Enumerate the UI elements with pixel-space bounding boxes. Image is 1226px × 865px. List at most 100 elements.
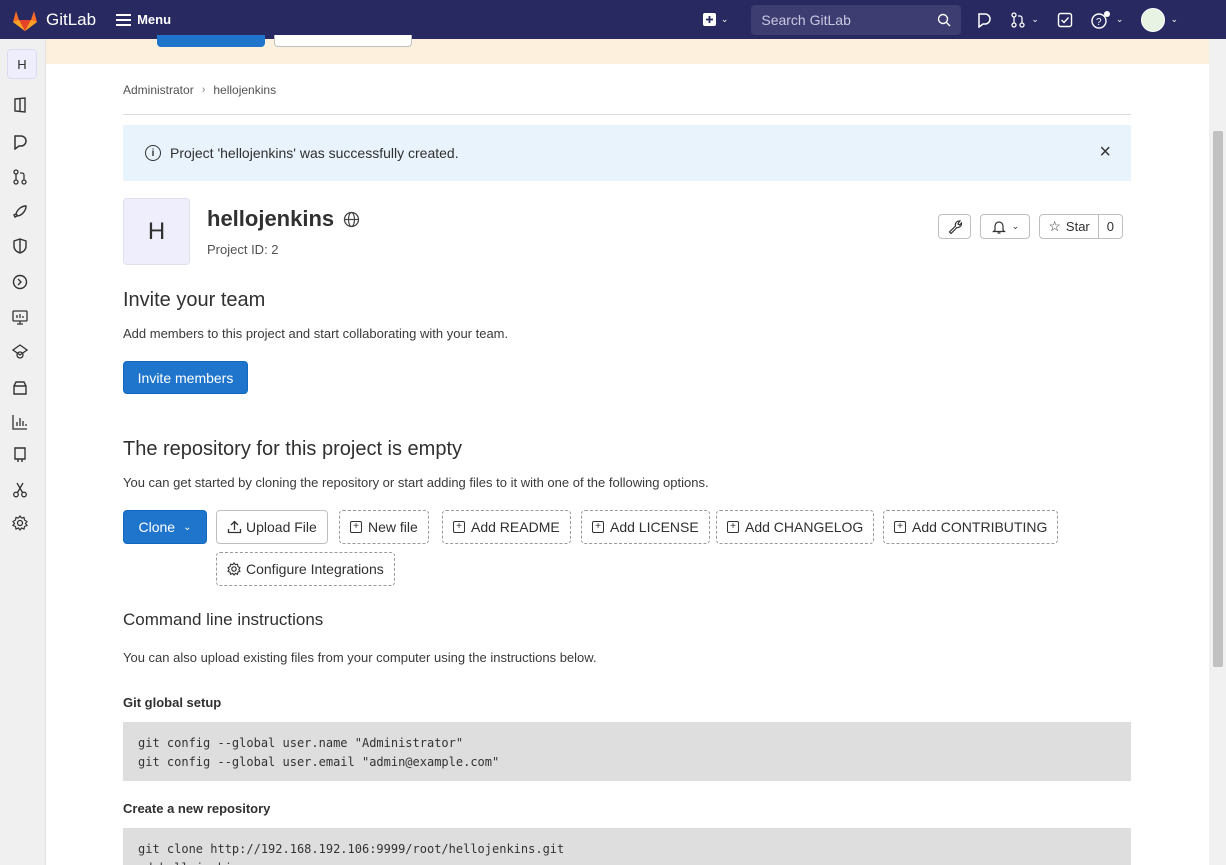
star-label: Star (1065, 219, 1090, 234)
page-scrollbar[interactable] (1209, 39, 1226, 865)
clone-dropdown[interactable]: Clone ⌄ (123, 510, 207, 544)
chevron-down-icon: ⌄ (1011, 221, 1020, 231)
upload-icon (227, 520, 242, 534)
project-id: Project ID: 2 (207, 242, 279, 257)
search-icon (938, 13, 951, 26)
help-dropdown[interactable]: ? ⌄ (1091, 10, 1124, 29)
new-repo-code[interactable]: git clone http://192.168.192.106:9999/ro… (123, 828, 1131, 865)
menu-label: Menu (137, 12, 172, 27)
plus-square-icon: + (350, 521, 362, 533)
alert-message: Project 'hellojenkins' was successfully … (170, 145, 459, 161)
new-file-button[interactable]: + New file (339, 510, 429, 544)
banner-secondary-button[interactable] (274, 35, 412, 47)
add-license-button[interactable]: + Add LICENSE (581, 510, 710, 544)
new-item-dropdown[interactable]: ⌄ (702, 13, 729, 26)
todo-icon (1057, 12, 1073, 27)
add-readme-label: Add README (471, 519, 560, 535)
add-license-label: Add LICENSE (610, 519, 699, 535)
upload-file-label: Upload File (246, 519, 317, 535)
issues-icon[interactable] (11, 133, 29, 151)
plus-square-icon: + (894, 521, 906, 533)
project-avatar: H (123, 198, 190, 265)
breadcrumb-separator-icon: › (201, 84, 206, 96)
menu-button[interactable]: Menu (116, 11, 171, 29)
chevron-down-icon: ⌄ (1170, 14, 1178, 24)
settings-gear-icon (227, 562, 241, 576)
scrollbar-thumb[interactable] (1213, 131, 1223, 667)
search-box[interactable] (751, 4, 962, 35)
breadcrumb: Administrator › hellojenkins (123, 83, 276, 97)
chevron-down-icon: ⌄ (1115, 14, 1124, 24)
package-icon[interactable] (11, 379, 29, 397)
gitlab-logo-icon (13, 10, 37, 31)
close-icon[interactable]: × (1099, 142, 1111, 162)
add-contributing-label: Add CONTRIBUTING (912, 519, 1048, 535)
plus-square-icon: + (592, 521, 604, 533)
clone-label: Clone (138, 519, 176, 535)
gitlab-home-link[interactable]: GitLab (12, 8, 96, 32)
star-count[interactable]: 0 (1097, 215, 1122, 238)
merge-requests-dropdown[interactable]: ⌄ (1010, 11, 1039, 28)
star-button-group: ☆ Star 0 (1039, 214, 1123, 239)
star-button[interactable]: ☆ Star (1040, 215, 1097, 238)
hamburger-icon (116, 11, 132, 29)
cli-description: You can also upload existing files from … (123, 650, 597, 665)
configure-integrations-label: Configure Integrations (246, 561, 384, 577)
global-setup-title: Git global setup (123, 695, 222, 710)
analytics-icon[interactable] (11, 413, 29, 431)
project-name: hellojenkins (207, 206, 335, 231)
issues-icon (978, 12, 992, 28)
add-changelog-button[interactable]: + Add CHANGELOG (716, 510, 875, 544)
chevron-down-icon: ⌄ (1031, 14, 1039, 24)
wrench-icon (948, 219, 962, 234)
empty-repo-description: You can get started by cloning the repos… (123, 475, 709, 490)
search-input[interactable] (761, 11, 922, 28)
wiki-icon[interactable] (11, 446, 29, 464)
bell-icon (991, 220, 1006, 234)
breadcrumb-item-project[interactable]: hellojenkins (213, 83, 276, 97)
globe-icon (344, 211, 360, 227)
invite-title: Invite your team (123, 289, 266, 311)
chevron-down-icon: ⌄ (183, 521, 192, 533)
upload-file-button[interactable]: Upload File (216, 510, 328, 544)
new-file-label: New file (368, 519, 418, 535)
star-icon: ☆ (1048, 218, 1061, 234)
shield-icon[interactable] (11, 237, 29, 255)
sidebar-project-avatar[interactable]: H (7, 49, 37, 79)
plus-square-icon: + (453, 521, 465, 533)
merge-request-icon (1011, 11, 1026, 28)
svg-text:?: ? (1096, 17, 1102, 28)
project-information-icon[interactable] (11, 96, 29, 114)
notification-dropdown[interactable]: ⌄ (980, 214, 1031, 239)
chevron-down-icon: ⌄ (720, 14, 729, 24)
empty-repo-title: The repository for this project is empty (123, 438, 463, 460)
help-icon: ? (1091, 10, 1110, 29)
snippets-icon[interactable] (11, 481, 29, 499)
admin-settings-button[interactable] (938, 214, 972, 239)
add-changelog-label: Add CHANGELOG (745, 519, 864, 535)
invite-members-button[interactable]: Invite members (123, 361, 248, 394)
info-icon: i (145, 145, 161, 161)
issues-button[interactable] (976, 12, 992, 28)
add-readme-button[interactable]: + Add README (442, 510, 571, 544)
project-title: hellojenkins (207, 206, 360, 232)
banner-primary-button[interactable] (157, 35, 265, 47)
monitor-icon[interactable] (11, 308, 29, 326)
settings-gear-icon[interactable] (11, 514, 29, 532)
deployments-icon[interactable] (11, 273, 29, 291)
infrastructure-icon[interactable] (11, 343, 29, 361)
breadcrumb-item-administrator[interactable]: Administrator (123, 83, 194, 97)
configure-integrations-button[interactable]: Configure Integrations (216, 552, 395, 586)
rocket-icon[interactable] (11, 203, 29, 221)
plus-square-icon (702, 13, 716, 26)
user-menu-dropdown[interactable]: ⌄ (1141, 7, 1178, 32)
gitlab-brand: GitLab (46, 9, 97, 29)
user-avatar (1141, 7, 1166, 32)
top-navbar: GitLab Menu ⌄ ⌄ ? ⌄ ⌄ (0, 0, 1226, 39)
divider (123, 114, 1131, 115)
new-repo-title: Create a new repository (123, 801, 271, 816)
global-setup-code[interactable]: git config --global user.name "Administr… (123, 722, 1131, 781)
add-contributing-button[interactable]: + Add CONTRIBUTING (883, 510, 1059, 544)
merge-request-icon[interactable] (11, 168, 29, 186)
todos-button[interactable] (1057, 12, 1073, 28)
